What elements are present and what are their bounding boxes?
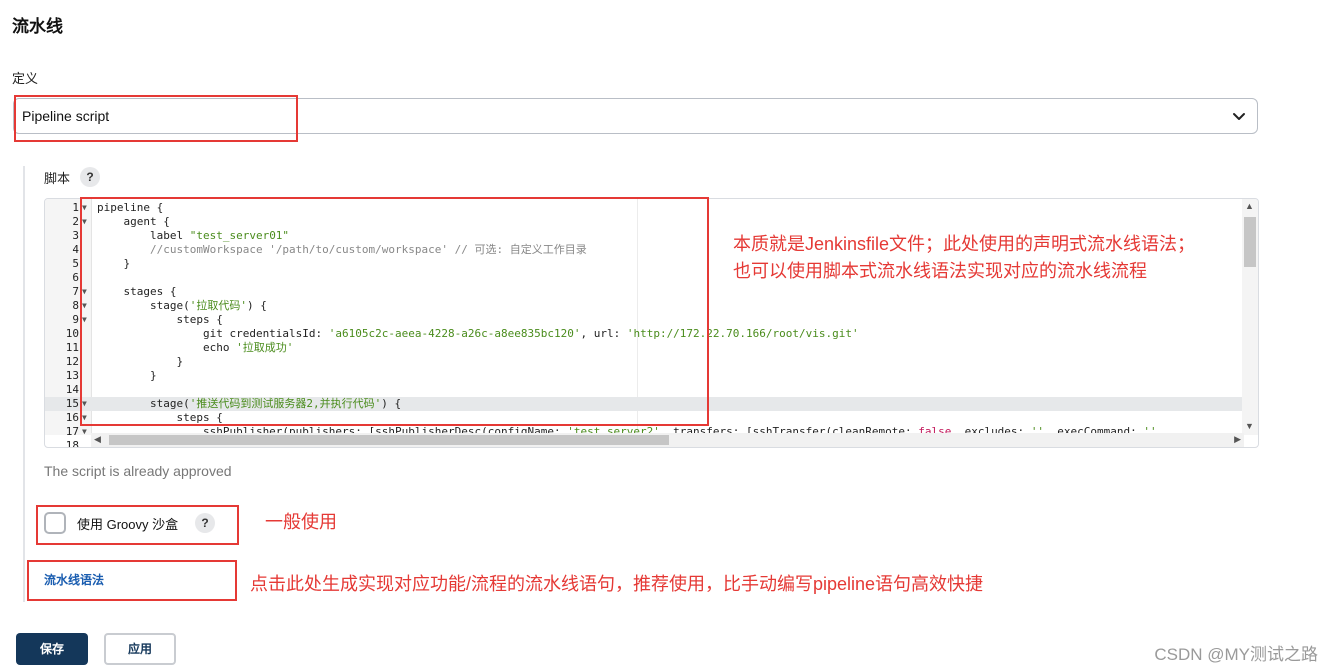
line-number: 4 [72, 243, 79, 256]
script-approved-status: The script is already approved [44, 463, 232, 479]
editor-horizontal-scrollbar[interactable]: ◀ ▶ [91, 433, 1244, 447]
fold-arrow-icon[interactable]: ▼ [82, 425, 87, 439]
line-number: 5 [72, 257, 79, 270]
line-number: 2 [72, 215, 79, 228]
line-number: 12 [65, 355, 79, 368]
line-number: 14 [65, 383, 79, 396]
scroll-left-icon[interactable]: ◀ [94, 434, 101, 445]
scroll-down-icon[interactable]: ▼ [1245, 421, 1254, 431]
line-number: 17 [65, 425, 79, 438]
annotation-box-syntax [27, 560, 237, 601]
scroll-up-icon[interactable]: ▲ [1245, 201, 1254, 211]
save-button[interactable]: 保存 [16, 633, 88, 665]
editor-vertical-scrollbar[interactable]: ▲ ▼ [1242, 199, 1258, 435]
script-help-icon[interactable]: ? [80, 167, 100, 187]
annotation-box-script [80, 197, 709, 426]
script-label: 脚本 [44, 171, 71, 186]
line-number: 3 [72, 229, 79, 242]
line-number: 15 [65, 397, 79, 410]
watermark: CSDN @MY测试之路 [1154, 645, 1318, 664]
annotation-box-sandbox [36, 505, 239, 545]
annotation-note-script-line2: 也可以使用脚本式流水线语法实现对应的流水线流程 [733, 261, 1147, 281]
scroll-right-icon[interactable]: ▶ [1234, 434, 1241, 445]
section-divider [23, 166, 25, 602]
annotation-note-script-line1: 本质就是Jenkinsfile文件；此处使用的声明式流水线语法； [733, 234, 1196, 254]
line-number: 6 [72, 271, 79, 284]
editor-vertical-scroll-thumb[interactable] [1244, 217, 1256, 267]
section-title: 流水线 [12, 17, 63, 36]
line-number: 9 [72, 313, 79, 326]
chevron-down-icon [1233, 113, 1245, 120]
apply-button[interactable]: 应用 [104, 633, 176, 665]
line-number: 7 [72, 285, 79, 298]
line-number: 13 [65, 369, 79, 382]
annotation-note-sandbox: 一般使用 [265, 512, 337, 532]
definition-label: 定义 [12, 71, 39, 86]
line-number: 18 [65, 439, 79, 448]
line-number: 10 [65, 327, 79, 340]
line-number: 8 [72, 299, 79, 312]
editor-horizontal-scroll-thumb[interactable] [109, 435, 669, 445]
line-number: 16 [65, 411, 79, 424]
line-number: 1 [72, 201, 79, 214]
annotation-box-definition [14, 95, 298, 142]
line-number: 11 [65, 341, 79, 354]
annotation-note-syntax: 点击此处生成实现对应功能/流程的流水线语句，推荐使用，比手动编写pipeline… [250, 574, 984, 594]
